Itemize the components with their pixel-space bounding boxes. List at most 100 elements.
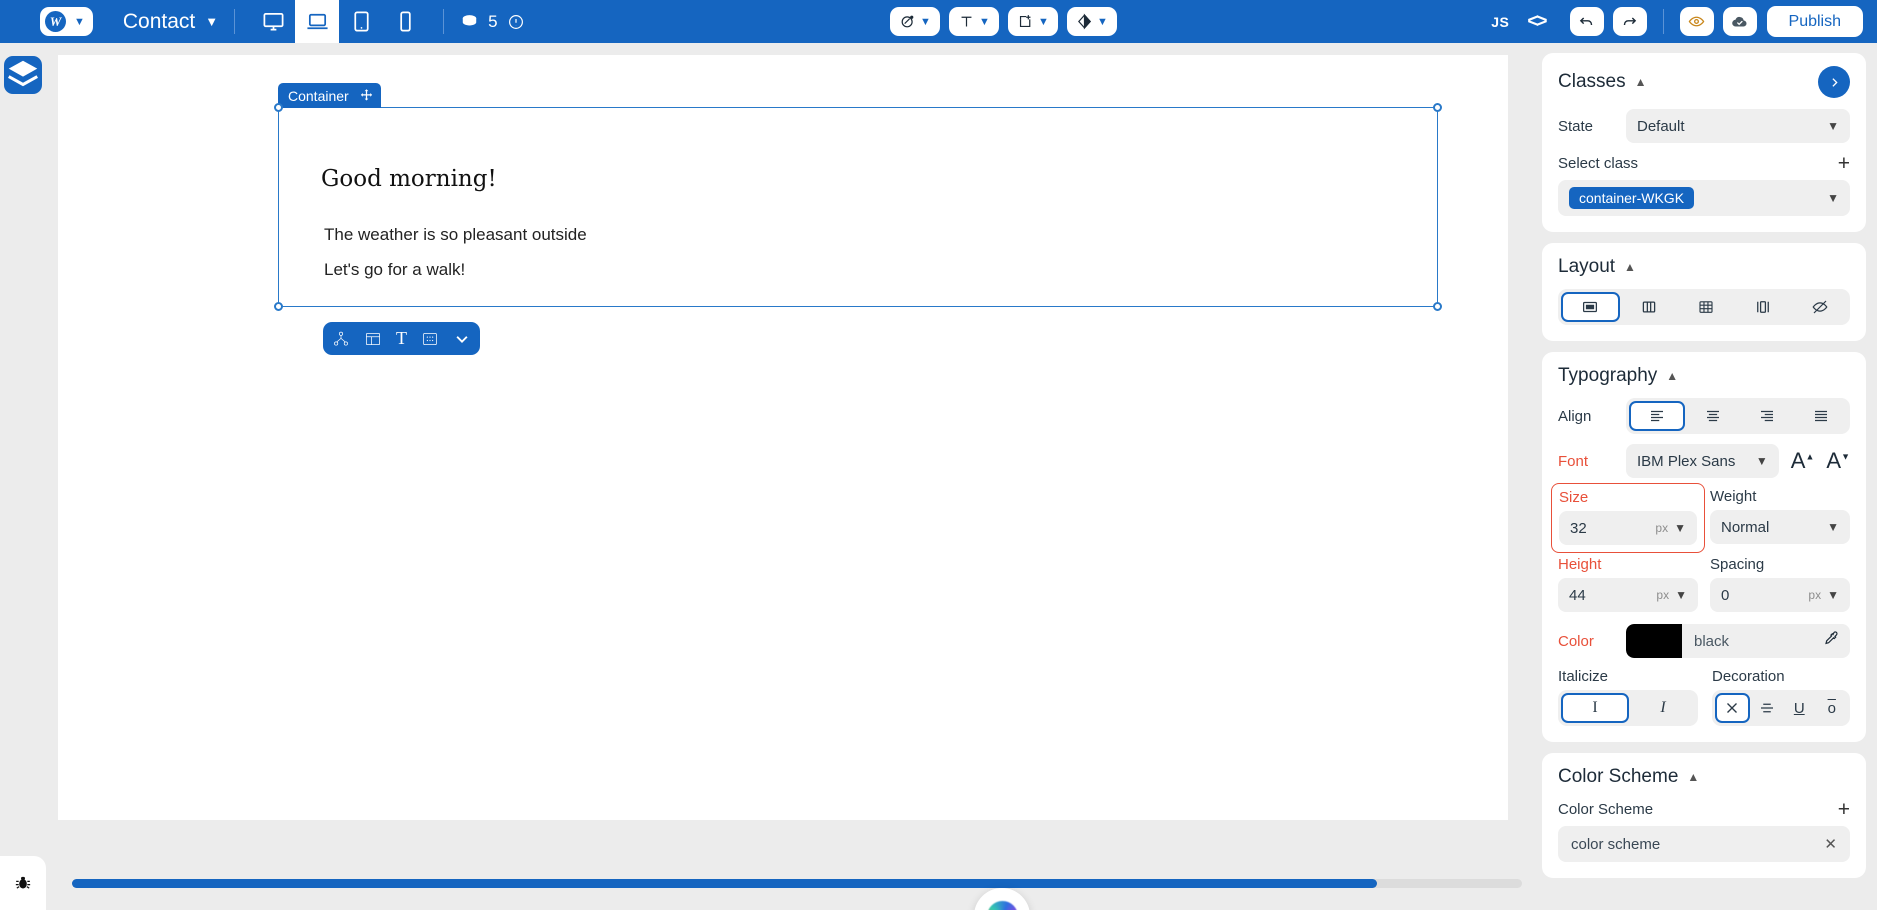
align-right[interactable] (1741, 401, 1793, 431)
weight-select[interactable]: Normal ▼ (1710, 510, 1850, 544)
tablet-viewport[interactable] (339, 0, 383, 43)
resize-handle-top-left[interactable] (274, 103, 283, 112)
decoration-overline[interactable]: o (1817, 693, 1848, 723)
text-insert-button[interactable]: ▼ (948, 7, 999, 36)
layout-block[interactable] (1561, 292, 1620, 322)
canvas-paragraph-2[interactable]: Let's go for a walk! (324, 260, 465, 280)
app-logo-button[interactable]: W ▼ (40, 7, 93, 36)
layout-panel-icon[interactable] (364, 330, 382, 348)
style-decoration-row: Italicize I I Decoration U o (1558, 668, 1850, 726)
layout-options (1558, 289, 1850, 325)
horizontal-scrollbar[interactable] (72, 879, 1522, 888)
redo-button[interactable] (1612, 7, 1647, 36)
underline-icon: U (1793, 699, 1805, 717)
code-brackets-icon[interactable]: <> (1527, 11, 1547, 33)
top-toolbar: W ▼ Contact ▼ 5 ▼ ▼ ▼ ▼ JS <> Publish (0, 0, 1877, 43)
element-insert-button[interactable]: ▼ (1007, 7, 1058, 36)
sidebar-item-layers[interactable] (4, 56, 42, 94)
decoration-none[interactable] (1715, 693, 1750, 723)
color-swatch[interactable] (1626, 624, 1682, 658)
color-value: black (1694, 632, 1730, 650)
color-scheme-value-field[interactable]: color scheme ✕ (1558, 826, 1850, 862)
cms-collection-counter[interactable]: 5 (460, 12, 524, 32)
color-scheme-section: Color Scheme ▲ Color Scheme + color sche… (1542, 753, 1866, 878)
ai-assistant-button[interactable] (974, 888, 1030, 910)
layout-grid[interactable] (1679, 292, 1734, 322)
scrollbar-thumb[interactable] (72, 879, 1377, 888)
eyedropper-icon[interactable] (1822, 630, 1850, 652)
decoration-underline[interactable]: U (1784, 693, 1815, 723)
strikethrough-icon (1760, 703, 1773, 713)
canvas-paragraph-1[interactable]: The weather is so pleasant outside (324, 225, 587, 245)
resize-handle-top-right[interactable] (1433, 103, 1442, 112)
size-value: 32 (1570, 519, 1587, 537)
decoration-line-through[interactable] (1752, 693, 1783, 723)
align-right-icon (1761, 410, 1773, 422)
chevron-down-icon: ▼ (1827, 191, 1839, 205)
mobile-viewport[interactable] (383, 0, 427, 43)
laptop-viewport[interactable] (295, 0, 340, 43)
size-label: Size (1559, 489, 1589, 506)
font-select[interactable]: IBM Plex Sans ▼ (1626, 444, 1779, 478)
class-select[interactable]: container-WKGK ▼ (1558, 180, 1850, 216)
font-style-italic[interactable]: I (1631, 693, 1695, 723)
chevron-down-icon: ▼ (205, 14, 219, 29)
node-hierarchy-icon[interactable] (332, 330, 350, 348)
x-remove-icon[interactable]: ✕ (1824, 835, 1837, 853)
resize-handle-bottom-right[interactable] (1433, 302, 1442, 311)
debug-button[interactable] (0, 856, 46, 910)
padding-box-icon[interactable] (421, 330, 439, 348)
toolbar-divider (443, 9, 445, 34)
align-center[interactable] (1687, 401, 1739, 431)
layout-none[interactable] (1792, 292, 1847, 322)
chevron-up-icon[interactable]: ▲ (1687, 770, 1699, 784)
font-size-decrease-icon[interactable]: A▼ (1826, 448, 1850, 474)
select-class-row: Select class + (1558, 153, 1850, 174)
chevron-up-icon[interactable]: ▲ (1635, 75, 1647, 89)
letter-spacing-input[interactable]: 0 px ▼ (1710, 578, 1850, 612)
undo-button[interactable] (1569, 7, 1604, 36)
resize-handle-bottom-left[interactable] (274, 302, 283, 311)
font-style-normal[interactable]: I (1561, 693, 1629, 723)
publish-button[interactable]: Publish (1766, 6, 1864, 37)
chevron-up-icon[interactable]: ▲ (1666, 369, 1678, 383)
line-height-input[interactable]: 44 px ▼ (1558, 578, 1698, 612)
color-row: Color black (1558, 624, 1850, 658)
font-size-increase-icon[interactable]: A▲ (1791, 448, 1815, 474)
desktop-viewport[interactable] (251, 0, 295, 43)
canvas-heading[interactable]: Good morning! (321, 166, 497, 192)
class-chip[interactable]: container-WKGK (1569, 187, 1695, 209)
size-input[interactable]: 32 px ▼ (1559, 511, 1697, 545)
canvas-area[interactable]: Container Good morning! The weather is s… (46, 43, 1531, 910)
theme-insert-button[interactable]: ▼ (1066, 7, 1117, 36)
state-select[interactable]: Default ▼ (1626, 109, 1850, 143)
text-t-icon[interactable]: T (396, 328, 407, 349)
add-element-icon (1019, 15, 1031, 28)
selected-container-element[interactable]: Container Good morning! The weather is s… (274, 83, 1442, 311)
js-indicator[interactable]: JS (1491, 14, 1509, 30)
align-left[interactable] (1629, 401, 1685, 431)
plus-icon[interactable]: + (1838, 799, 1850, 820)
chevron-down-icon[interactable] (453, 330, 471, 348)
selected-element-badge[interactable]: Container (278, 83, 381, 108)
layout-columns[interactable] (1735, 292, 1790, 322)
ai-insert-button[interactable]: ▼ (889, 7, 940, 36)
layout-header: Layout ▲ (1558, 256, 1850, 278)
expand-panel-button[interactable] (1818, 66, 1850, 98)
save-status-button[interactable] (1722, 7, 1757, 36)
plus-icon[interactable]: + (1838, 153, 1850, 174)
preview-button[interactable] (1679, 7, 1714, 36)
chevron-down-icon: ▼ (1827, 588, 1839, 602)
state-label: State (1558, 117, 1594, 135)
grid-layout-icon (1699, 301, 1713, 313)
chevron-up-icon[interactable]: ▲ (1624, 260, 1636, 274)
columns-layout-icon (1756, 301, 1769, 313)
font-value: IBM Plex Sans (1637, 452, 1736, 470)
align-justify[interactable] (1795, 401, 1847, 431)
layout-flex[interactable] (1622, 292, 1677, 322)
publish-label: Publish (1788, 12, 1842, 30)
text-color-field[interactable]: black (1626, 624, 1850, 658)
weight-value: Normal (1721, 518, 1770, 536)
canvas-page[interactable]: Container Good morning! The weather is s… (58, 55, 1522, 910)
page-selector[interactable]: Contact ▼ (123, 10, 218, 34)
